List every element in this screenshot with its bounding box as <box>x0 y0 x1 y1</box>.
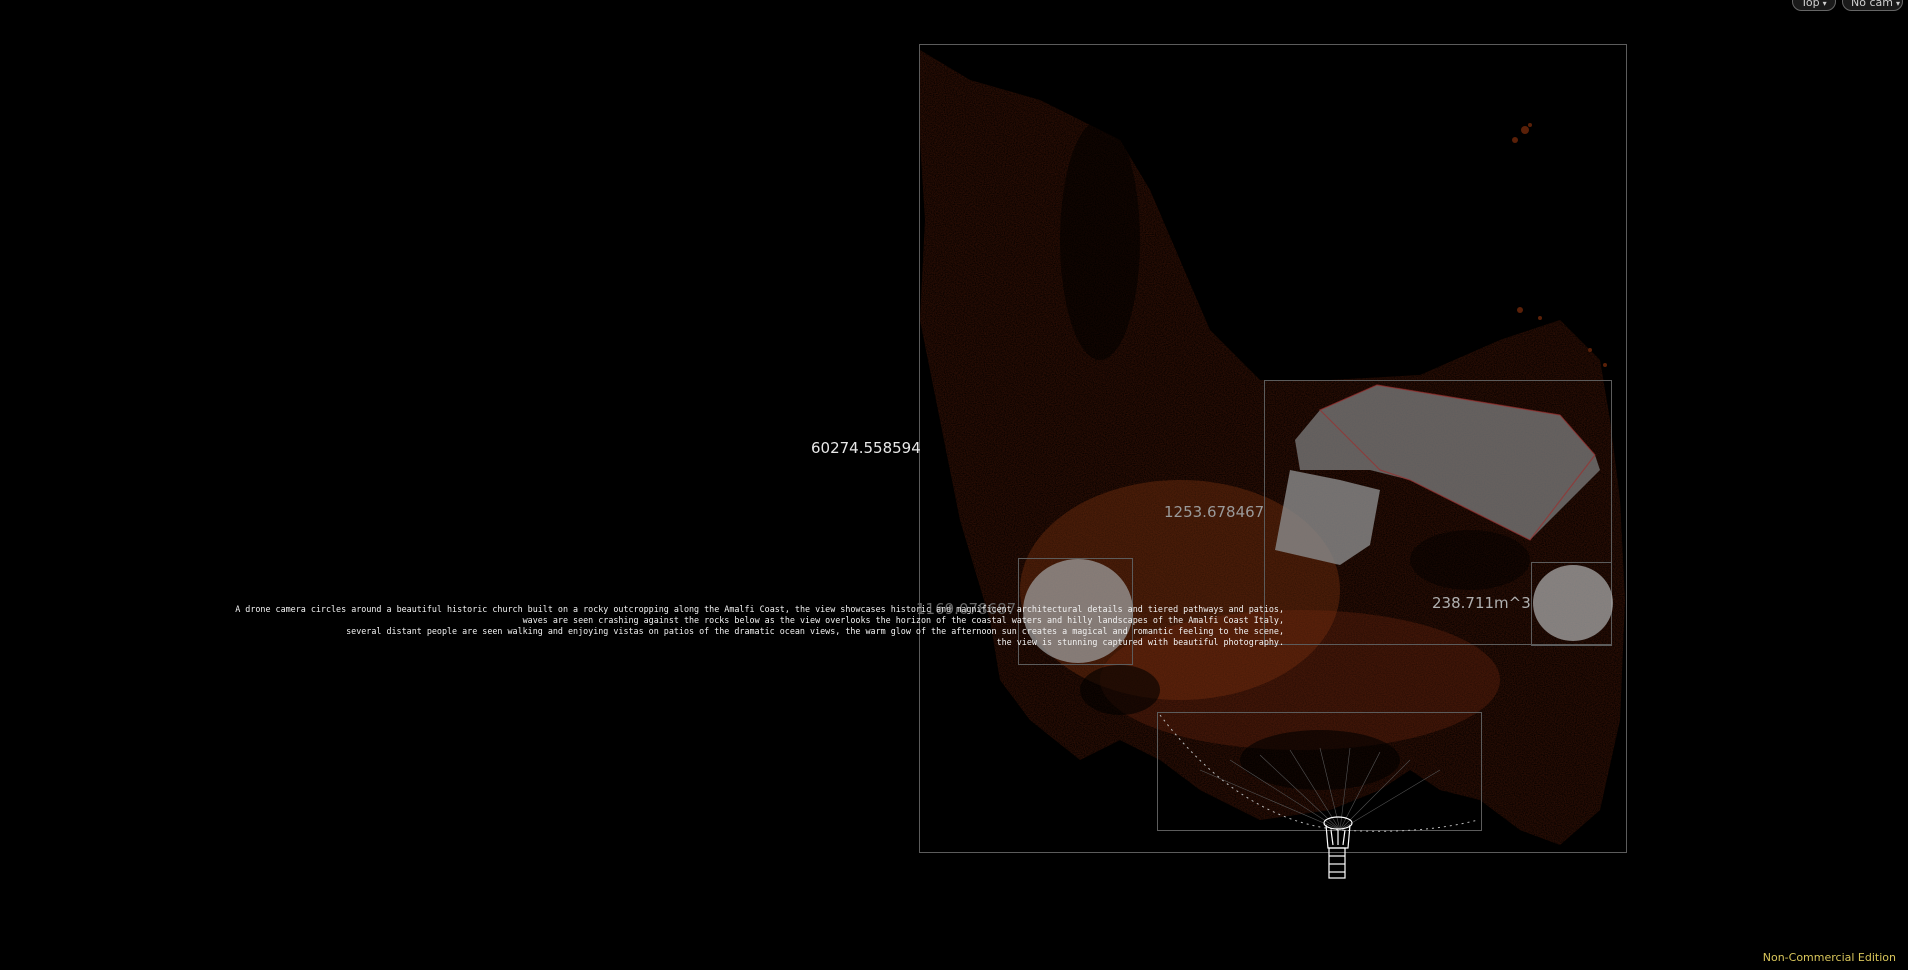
building-dimension-label: 1253.678467 <box>1164 503 1265 521</box>
prompt-caption: A drone camera circles around a beautifu… <box>180 604 1284 648</box>
edition-label: Non-Commercial Edition <box>1762 951 1896 964</box>
camera-icon[interactable] <box>1323 816 1353 879</box>
right-sphere-volume <box>1533 565 1613 641</box>
caption-line: A drone camera circles around a beautifu… <box>235 604 1284 614</box>
caption-line: the view is stunning captured with beaut… <box>996 637 1284 647</box>
right-volume-dimension-label: 238.711m^3 <box>1432 594 1531 612</box>
viewport-canvas[interactable] <box>0 0 1908 970</box>
outer-dimension-label: 60274.558594 <box>811 439 921 457</box>
caption-line: waves are seen crashing against the rock… <box>522 615 1284 625</box>
caption-line: several distant people are seen walking … <box>346 626 1284 636</box>
